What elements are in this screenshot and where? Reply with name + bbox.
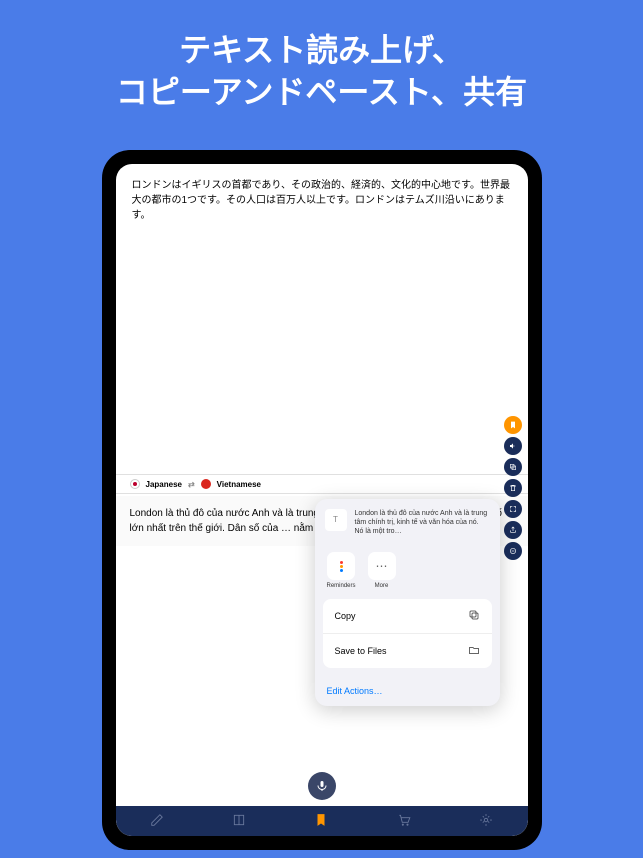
save-files-action[interactable]: Save to Files: [323, 634, 492, 668]
language-bar: Japanese ⇄ Vietnamese: [116, 474, 528, 494]
share-app-row: Reminders ⋯ More: [315, 546, 500, 599]
share-header: T London là thủ đô của nước Anh và là tr…: [315, 499, 500, 546]
share-app-more[interactable]: ⋯ More: [368, 552, 396, 589]
source-text-area[interactable]: ロンドンはイギリスの首都であり、その政治的、経済的、文化的中心地です。世界最大の…: [116, 164, 528, 237]
promo-line-1: テキスト読み上げ、: [20, 30, 623, 72]
save-files-label: Save to Files: [335, 646, 387, 656]
microphone-button[interactable]: [308, 772, 336, 800]
share-sheet: T London là thủ đô của nước Anh và là tr…: [315, 499, 500, 706]
tablet-screen: ロンドンはイギリスの首都であり、その政治的、経済的、文化的中心地です。世界最大の…: [116, 164, 528, 836]
reminders-icon: [327, 552, 355, 580]
share-preview-text: London là thủ đô của nước Anh và là trun…: [355, 509, 490, 536]
share-app-reminders[interactable]: Reminders: [327, 552, 356, 589]
flag-vietnamese-icon: [201, 479, 211, 489]
minimize-button[interactable]: [504, 542, 522, 560]
edit-actions-link[interactable]: Edit Actions…: [315, 676, 500, 706]
target-lang-label[interactable]: Vietnamese: [217, 480, 261, 489]
delete-button[interactable]: [504, 479, 522, 497]
promo-title: テキスト読み上げ、 コピーアンドペースト、共有: [0, 0, 643, 133]
copy-label: Copy: [335, 611, 356, 621]
share-actions-list: Copy Save to Files: [323, 599, 492, 668]
tablet-frame: ロンドンはイギリスの首都であり、その政治的、経済的、文化的中心地です。世界最大の…: [102, 150, 542, 850]
nav-settings[interactable]: [479, 813, 493, 830]
side-action-buttons: [504, 416, 522, 560]
bottom-nav: [116, 806, 528, 836]
share-button[interactable]: [504, 521, 522, 539]
fullscreen-button[interactable]: [504, 500, 522, 518]
folder-icon: [468, 644, 480, 658]
speak-button[interactable]: [504, 437, 522, 455]
reminders-label: Reminders: [327, 583, 356, 589]
copy-icon: [468, 609, 480, 623]
nav-compose[interactable]: [150, 813, 164, 830]
nav-book[interactable]: [232, 813, 246, 830]
copy-action[interactable]: Copy: [323, 599, 492, 634]
nav-bookmark[interactable]: [314, 813, 328, 830]
swap-icon[interactable]: ⇄: [188, 480, 195, 489]
flag-japanese-icon: [130, 479, 140, 489]
bookmark-button[interactable]: [504, 416, 522, 434]
copy-button[interactable]: [504, 458, 522, 476]
more-icon: ⋯: [368, 552, 396, 580]
source-lang-label[interactable]: Japanese: [146, 480, 182, 489]
nav-cart[interactable]: [397, 813, 411, 830]
promo-line-2: コピーアンドペースト、共有: [20, 72, 623, 114]
more-label: More: [375, 583, 389, 589]
share-preview-icon: T: [325, 509, 347, 531]
